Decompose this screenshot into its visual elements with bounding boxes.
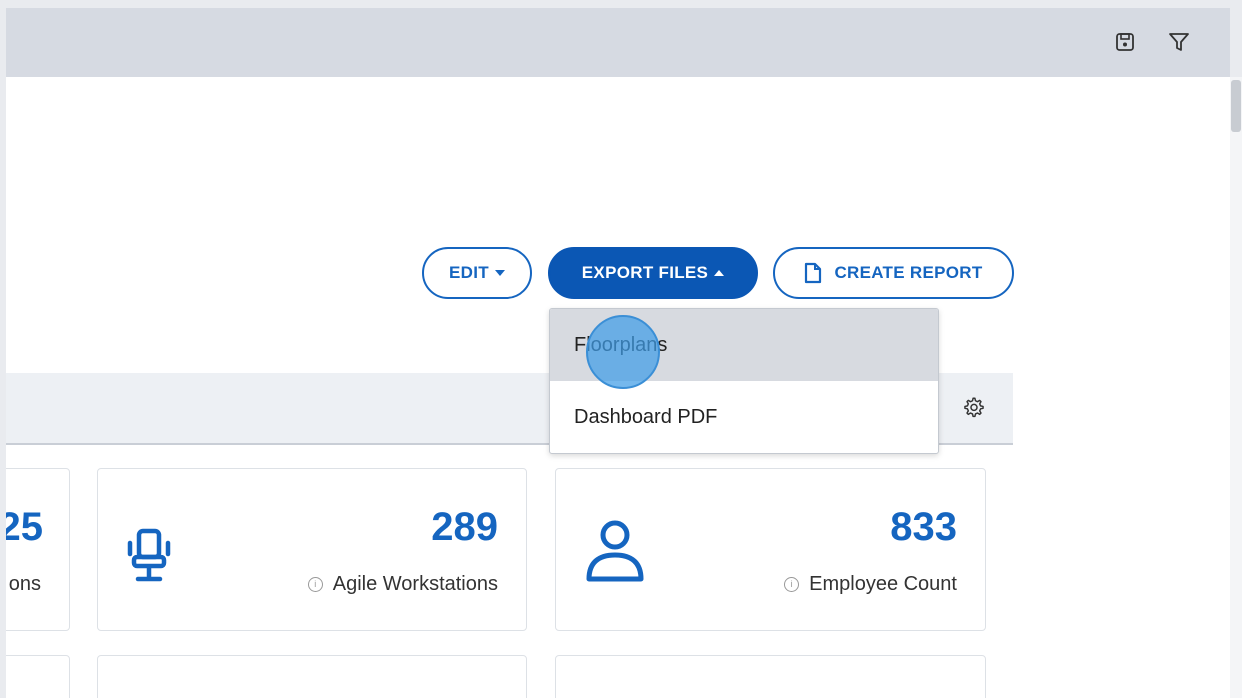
- export-files-menu: Floorplans Dashboard PDF: [549, 308, 939, 454]
- stat-value: 25: [6, 505, 43, 549]
- scrollbar[interactable]: [1230, 77, 1242, 698]
- top-toolbar: [6, 8, 1230, 77]
- stat-label-row: i Agile Workstations: [307, 573, 498, 596]
- menu-item-floorplans[interactable]: Floorplans: [550, 309, 938, 381]
- scrollbar-thumb[interactable]: [1231, 80, 1241, 132]
- info-icon[interactable]: i: [784, 577, 800, 592]
- menu-item-label: Floorplans: [574, 333, 668, 356]
- office-chair-icon: [126, 527, 172, 590]
- menu-item-label: Dashboard PDF: [574, 405, 718, 428]
- gear-icon[interactable]: [960, 393, 988, 421]
- export-files-button-label: EXPORT FILES: [581, 263, 709, 282]
- stat-value: 289: [431, 505, 498, 549]
- stat-card-row2-3: [555, 655, 986, 698]
- person-icon: [584, 517, 646, 590]
- stat-card-agile-workstations: 289 i Agile Workstations: [97, 468, 527, 631]
- stat-label: Agile Workstations: [332, 573, 498, 595]
- stat-label: ons: [8, 573, 41, 595]
- save-icon[interactable]: [1108, 25, 1142, 59]
- stat-card-row2-2: [97, 655, 527, 698]
- stat-card-employee-count: 833 i Employee Count: [555, 468, 986, 631]
- edit-button[interactable]: EDIT: [422, 247, 532, 299]
- create-report-button-label: CREATE REPORT: [834, 263, 983, 282]
- info-icon[interactable]: i: [307, 577, 323, 592]
- filter-icon[interactable]: [1162, 25, 1196, 59]
- stat-label-row: i Employee Count: [784, 573, 957, 596]
- menu-item-dashboard-pdf[interactable]: Dashboard PDF: [550, 381, 938, 453]
- stat-label: Employee Count: [809, 573, 957, 595]
- stat-value: 833: [890, 505, 957, 549]
- stat-card-locations: 25 ons: [6, 468, 70, 631]
- export-files-button[interactable]: EXPORT FILES: [548, 247, 758, 299]
- create-report-button[interactable]: CREATE REPORT: [773, 247, 1014, 299]
- chevron-down-icon: [494, 270, 505, 276]
- stat-card-row2-1: [6, 655, 70, 698]
- edit-button-label: EDIT: [449, 263, 489, 282]
- chevron-up-icon: [714, 270, 725, 276]
- document-icon: [804, 262, 822, 284]
